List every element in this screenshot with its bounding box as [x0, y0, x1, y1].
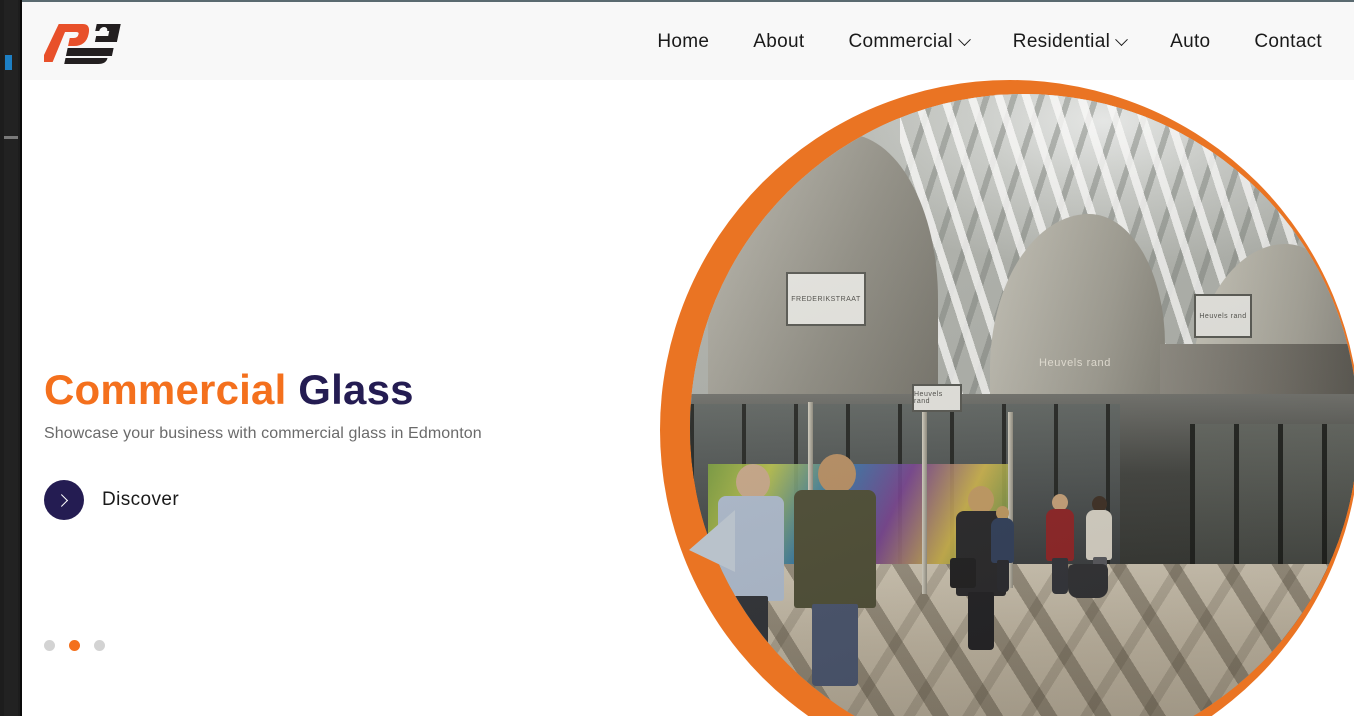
hero-section: FREDERIKSTRAAT Heuvels rand Heuvels rand… — [22, 80, 1354, 716]
hero-title: Commercial Glass — [44, 366, 414, 414]
main-navigation: Home About Commercial Residential Auto C… — [635, 2, 1344, 82]
hero-copy: Commercial Glass Showcase your business … — [44, 80, 604, 716]
photo-pedestrian — [790, 454, 876, 686]
chevron-down-icon — [1115, 32, 1128, 46]
nav-item-home[interactable]: Home — [635, 31, 731, 53]
nav-label-about: About — [753, 31, 805, 52]
photo-stroller — [1068, 564, 1108, 598]
nav-label-contact: Contact — [1254, 31, 1322, 52]
rail-marker[interactable] — [5, 55, 12, 70]
slider-dot-2[interactable] — [69, 640, 80, 651]
photo-street-sign: Heuvels rand — [912, 384, 962, 412]
pg-logo[interactable] — [40, 18, 126, 66]
hero-photo: FREDERIKSTRAAT Heuvels rand Heuvels rand… — [690, 94, 1354, 716]
browser-rail-inner — [4, 0, 18, 716]
discover-button[interactable]: Discover — [44, 480, 179, 520]
pg-logo-icon — [40, 24, 121, 64]
slider-dot-3[interactable] — [94, 640, 105, 651]
photo-pedestrian — [990, 506, 1016, 592]
chevron-right-icon — [44, 480, 84, 520]
nav-item-residential[interactable]: Residential — [991, 31, 1148, 53]
photo-street-sign: Heuvels rand — [1194, 294, 1252, 338]
hero-title-accent: Commercial — [44, 366, 287, 413]
chevron-down-icon — [957, 32, 971, 46]
nav-label-commercial: Commercial — [848, 31, 953, 52]
hero-title-rest: Glass — [286, 366, 414, 413]
site-header: Home About Commercial Residential Auto C… — [22, 0, 1354, 80]
nav-label-home: Home — [657, 31, 710, 52]
nav-label-residential: Residential — [1012, 31, 1111, 52]
hero-notch-shape — [689, 510, 735, 572]
discover-button-label: Discover — [102, 489, 180, 510]
nav-item-commercial[interactable]: Commercial — [826, 31, 990, 53]
photo-lamp-post — [922, 394, 927, 594]
browser-rail-edge — [20, 0, 22, 716]
photo-banner-text: Heuvels rand — [1038, 357, 1111, 369]
nav-item-auto[interactable]: Auto — [1148, 31, 1232, 53]
nav-item-about[interactable]: About — [731, 31, 826, 53]
browser-side-rail — [0, 0, 20, 716]
nav-item-contact[interactable]: Contact — [1232, 31, 1344, 53]
slider-pagination — [44, 640, 105, 651]
rail-divider — [4, 136, 18, 139]
photo-street-sign: FREDERIKSTRAAT — [786, 272, 866, 326]
slider-dot-1[interactable] — [44, 640, 55, 651]
hero-subtitle: Showcase your business with commercial g… — [44, 425, 482, 442]
nav-label-auto: Auto — [1170, 31, 1211, 52]
photo-handbag — [950, 558, 976, 588]
page-viewport: Home About Commercial Residential Auto C… — [22, 0, 1354, 716]
